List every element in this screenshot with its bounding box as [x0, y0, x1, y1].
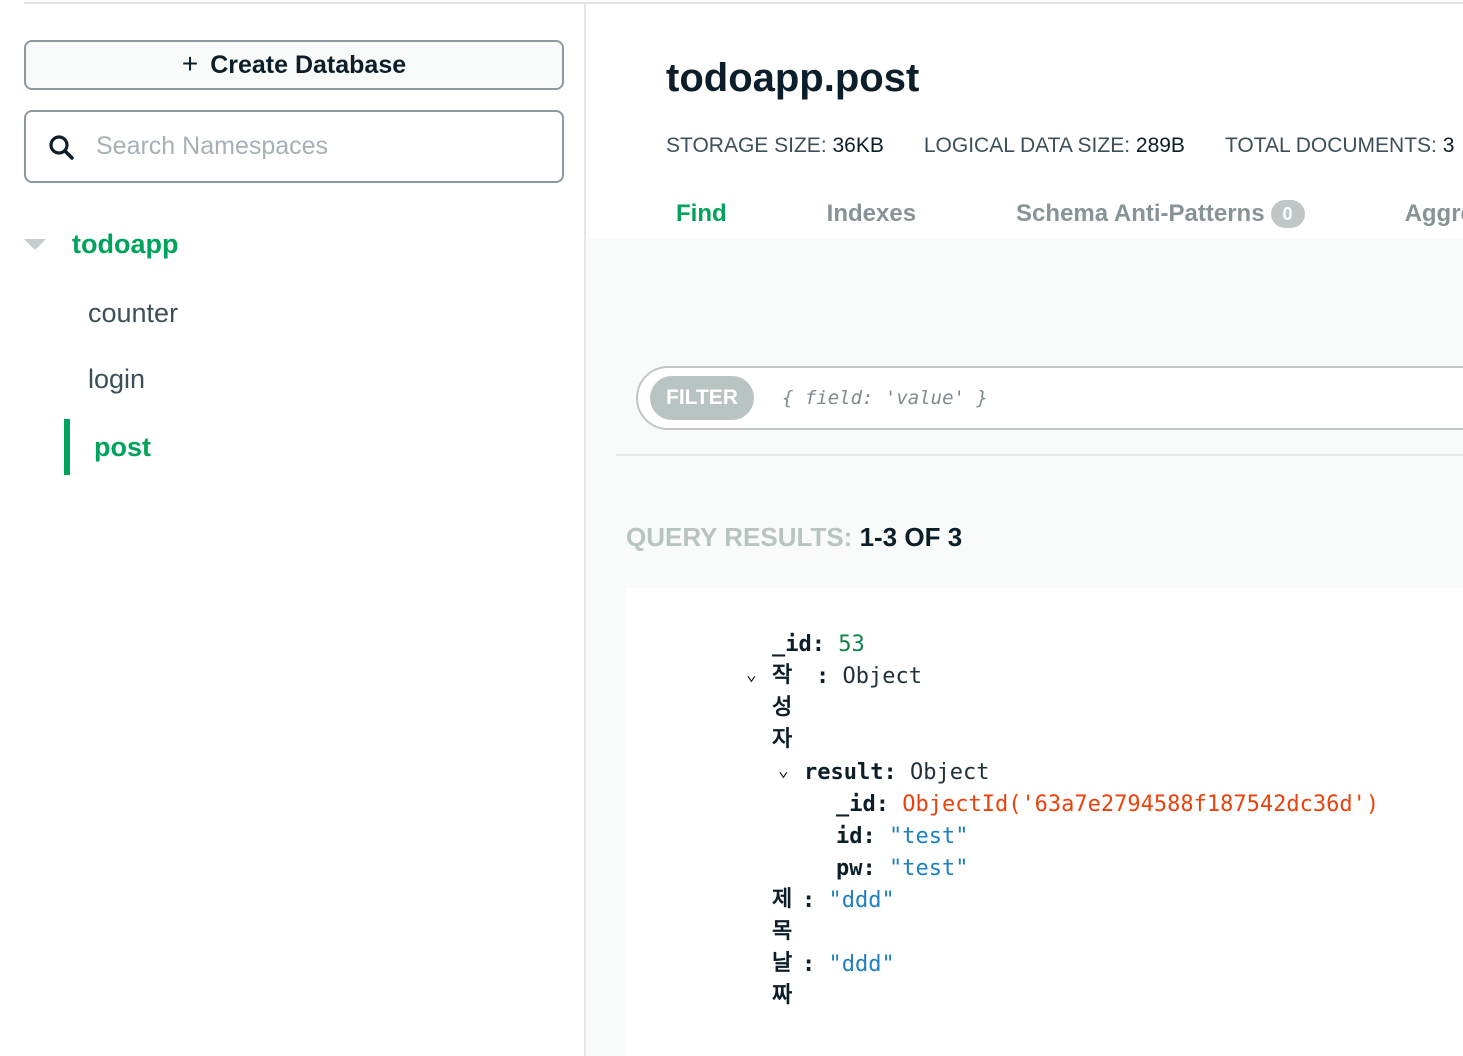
field-result-pw: pw: "test" — [836, 856, 968, 881]
chevron-down-icon[interactable]: ⌄ — [746, 664, 757, 685]
field-value: "test" — [889, 856, 969, 881]
collection-item-post[interactable]: post — [64, 419, 151, 475]
collection-item-counter[interactable]: counter — [88, 298, 178, 329]
tab-bar: Find Indexes Schema Anti-Patterns 0 Aggr… — [676, 194, 1463, 234]
divider — [616, 454, 1463, 456]
count-badge: 0 — [1270, 200, 1305, 228]
chevron-down-icon[interactable]: ⌄ — [778, 760, 789, 781]
field-writer-value: : Object — [816, 664, 922, 689]
tab-label: Schema Anti-Patterns — [1016, 200, 1265, 227]
field-date-value: : "ddd" — [802, 952, 895, 977]
collection-item-label: post — [94, 431, 151, 462]
filter-input[interactable] — [779, 386, 1184, 410]
field-key-writer: 작성자 — [772, 663, 793, 752]
field-result: result: Object — [804, 760, 989, 785]
page-title: todoapp.post — [666, 56, 920, 100]
collection-item-login[interactable]: login — [88, 364, 145, 395]
create-database-label: Create Database — [210, 50, 407, 79]
filter-label: FILTER — [650, 376, 754, 420]
field-value: ObjectId('63a7e2794588f187542dc36d') — [902, 792, 1380, 817]
field-type: Object — [909, 760, 990, 785]
field-value: "ddd" — [828, 952, 895, 977]
search-namespaces[interactable] — [24, 110, 564, 183]
tab-find[interactable]: Find — [676, 194, 727, 234]
field-key: _id: — [836, 792, 889, 817]
field-value: "test" — [889, 824, 969, 849]
database-name: todoapp — [72, 228, 179, 259]
results-label: QUERY RESULTS: — [626, 522, 853, 552]
caret-down-icon[interactable] — [24, 238, 46, 250]
field-title-value: : "ddd" — [802, 888, 895, 913]
main-panel: todoapp.post STORAGE SIZE: 36KB LOGICAL … — [586, 4, 1463, 1056]
tab-aggregations[interactable]: Aggregations — [1405, 194, 1463, 234]
field-value: 53 — [838, 632, 865, 657]
database-item-todoapp[interactable]: todoapp — [24, 222, 178, 266]
document-card[interactable]: _id: 53 ⌄ 작성자 : Object ⌄ result: Object … — [626, 588, 1463, 1056]
field-value: "ddd" — [828, 888, 895, 913]
field-key-date: 날짜 — [772, 951, 793, 1008]
total-documents: TOTAL DOCUMENTS: 3 — [1224, 134, 1455, 157]
field-result-id: _id: ObjectId('63a7e2794588f187542dc36d'… — [836, 792, 1379, 817]
field-id: _id: 53 — [772, 632, 865, 657]
storage-size: STORAGE SIZE: 36KB — [666, 134, 884, 157]
field-type: Object — [842, 664, 922, 689]
create-database-button[interactable]: + Create Database — [24, 40, 564, 90]
field-key: result: — [804, 760, 897, 785]
field-key-title: 제목 — [772, 887, 793, 944]
collection-stats: STORAGE SIZE: 36KB LOGICAL DATA SIZE: 28… — [666, 134, 1454, 158]
field-result-userid: id: "test" — [836, 824, 968, 849]
logical-data-size: LOGICAL DATA SIZE: 289B — [923, 134, 1185, 157]
sidebar: + Create Database todoapp counter login … — [0, 4, 584, 1056]
plus-icon: + — [181, 47, 199, 79]
search-icon — [49, 134, 74, 160]
tab-schema-anti-patterns[interactable]: Schema Anti-Patterns 0 — [1016, 194, 1305, 234]
results-count: 1-3 OF 3 — [859, 522, 963, 552]
field-key: pw: — [836, 856, 876, 881]
active-indicator — [64, 419, 70, 475]
field-key: id: — [836, 824, 876, 849]
query-results-summary: QUERY RESULTS: 1-3 OF 3 — [626, 522, 962, 553]
tab-indexes[interactable]: Indexes — [827, 194, 916, 234]
search-input[interactable] — [94, 131, 538, 162]
filter-bar[interactable]: FILTER — [636, 366, 1463, 430]
field-key: _id: — [772, 632, 825, 657]
